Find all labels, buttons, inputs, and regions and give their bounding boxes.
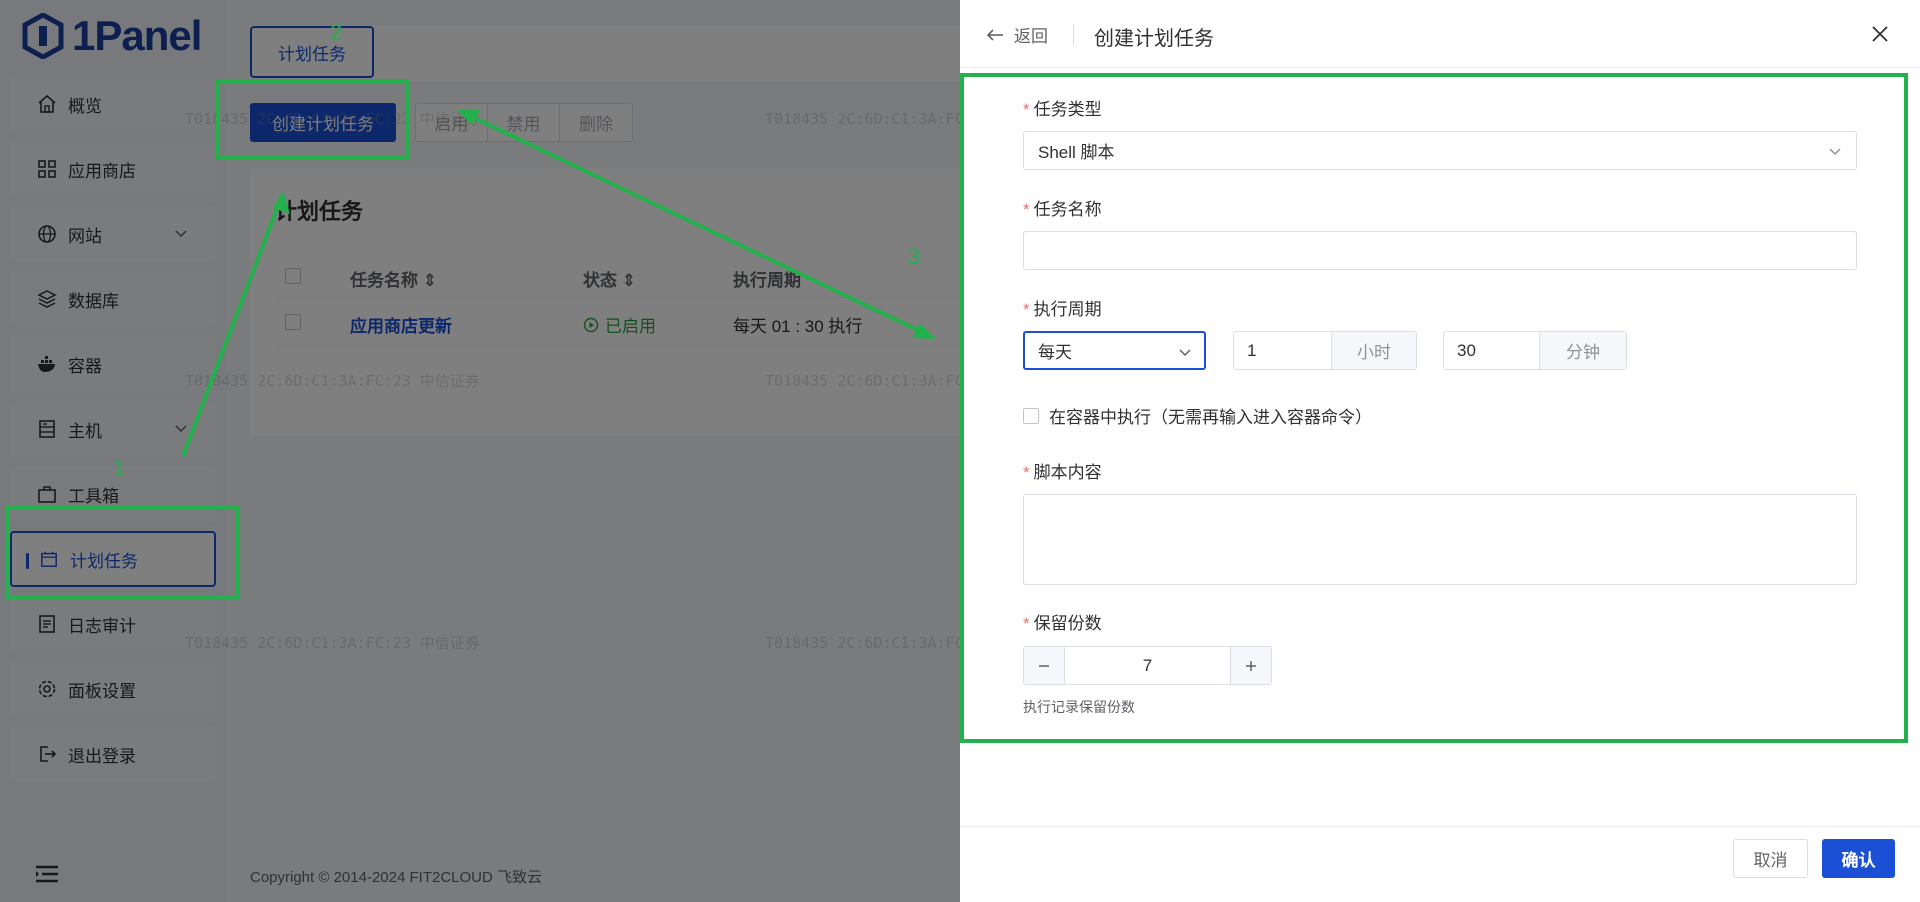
cancel-button[interactable]: 取消 xyxy=(1733,839,1808,878)
task-type-select[interactable]: Shell 脚本 xyxy=(1023,131,1857,170)
task-name-label: * 任务名称 xyxy=(1023,200,1102,219)
retain-help-text: 执行记录保留份数 xyxy=(1023,699,1135,715)
annotation-label-3: 3 xyxy=(908,244,921,269)
drawer-footer: 取消 确认 xyxy=(960,826,1920,902)
container-exec-checkbox[interactable]: 在容器中执行（无需再输入进入容器命令） xyxy=(1023,403,1372,428)
retain-input[interactable]: 7 xyxy=(1064,647,1231,684)
decrease-button[interactable] xyxy=(1024,647,1064,684)
close-icon[interactable] xyxy=(1870,24,1890,44)
hour-input[interactable]: 1 xyxy=(1234,332,1332,369)
minute-unit: 分钟 xyxy=(1540,332,1626,369)
task-type-value: Shell 脚本 xyxy=(1038,143,1115,162)
create-cronjob-drawer: 返回 创建计划任务 * 任务类型 Shell 脚本 * 任务名称 * 执行周期 每天 … xyxy=(960,0,1920,902)
minute-input-group: 30 分钟 xyxy=(1443,331,1627,370)
minute-input[interactable]: 30 xyxy=(1444,332,1540,369)
chevron-down-icon xyxy=(1829,148,1841,156)
increase-button[interactable] xyxy=(1231,647,1271,684)
period-label: * 执行周期 xyxy=(1023,300,1102,319)
back-label: 返回 xyxy=(1014,27,1048,46)
checkbox-box[interactable] xyxy=(1023,407,1039,424)
drawer-mask[interactable] xyxy=(0,0,960,902)
checkbox-label: 在容器中执行（无需再输入进入容器命令） xyxy=(1049,408,1372,427)
back-button[interactable]: 返回 xyxy=(986,22,1048,47)
hour-unit: 小时 xyxy=(1332,332,1416,369)
drawer-title: 创建计划任务 xyxy=(1094,28,1214,50)
annotation-label-1: 1 xyxy=(113,456,126,481)
confirm-button[interactable]: 确认 xyxy=(1822,839,1895,878)
annotation-label-2: 2 xyxy=(330,20,343,45)
task-name-input[interactable] xyxy=(1023,231,1857,270)
minus-icon xyxy=(1039,664,1049,667)
chevron-down-icon xyxy=(1179,349,1191,357)
retain-label: * 保留份数 xyxy=(1023,614,1102,633)
hour-input-group: 1 小时 xyxy=(1233,331,1417,370)
period-value: 每天 xyxy=(1038,343,1072,362)
task-type-label: * 任务类型 xyxy=(1023,100,1102,119)
script-textarea[interactable] xyxy=(1023,494,1857,585)
retain-stepper: 7 xyxy=(1023,646,1272,685)
period-select[interactable]: 每天 xyxy=(1023,331,1206,370)
arrow-left-icon xyxy=(986,28,1003,41)
header-divider xyxy=(1073,24,1074,46)
drawer-header: 返回 创建计划任务 xyxy=(960,0,1920,68)
script-label: * 脚本内容 xyxy=(1023,463,1102,482)
plus-icon xyxy=(1246,660,1256,671)
